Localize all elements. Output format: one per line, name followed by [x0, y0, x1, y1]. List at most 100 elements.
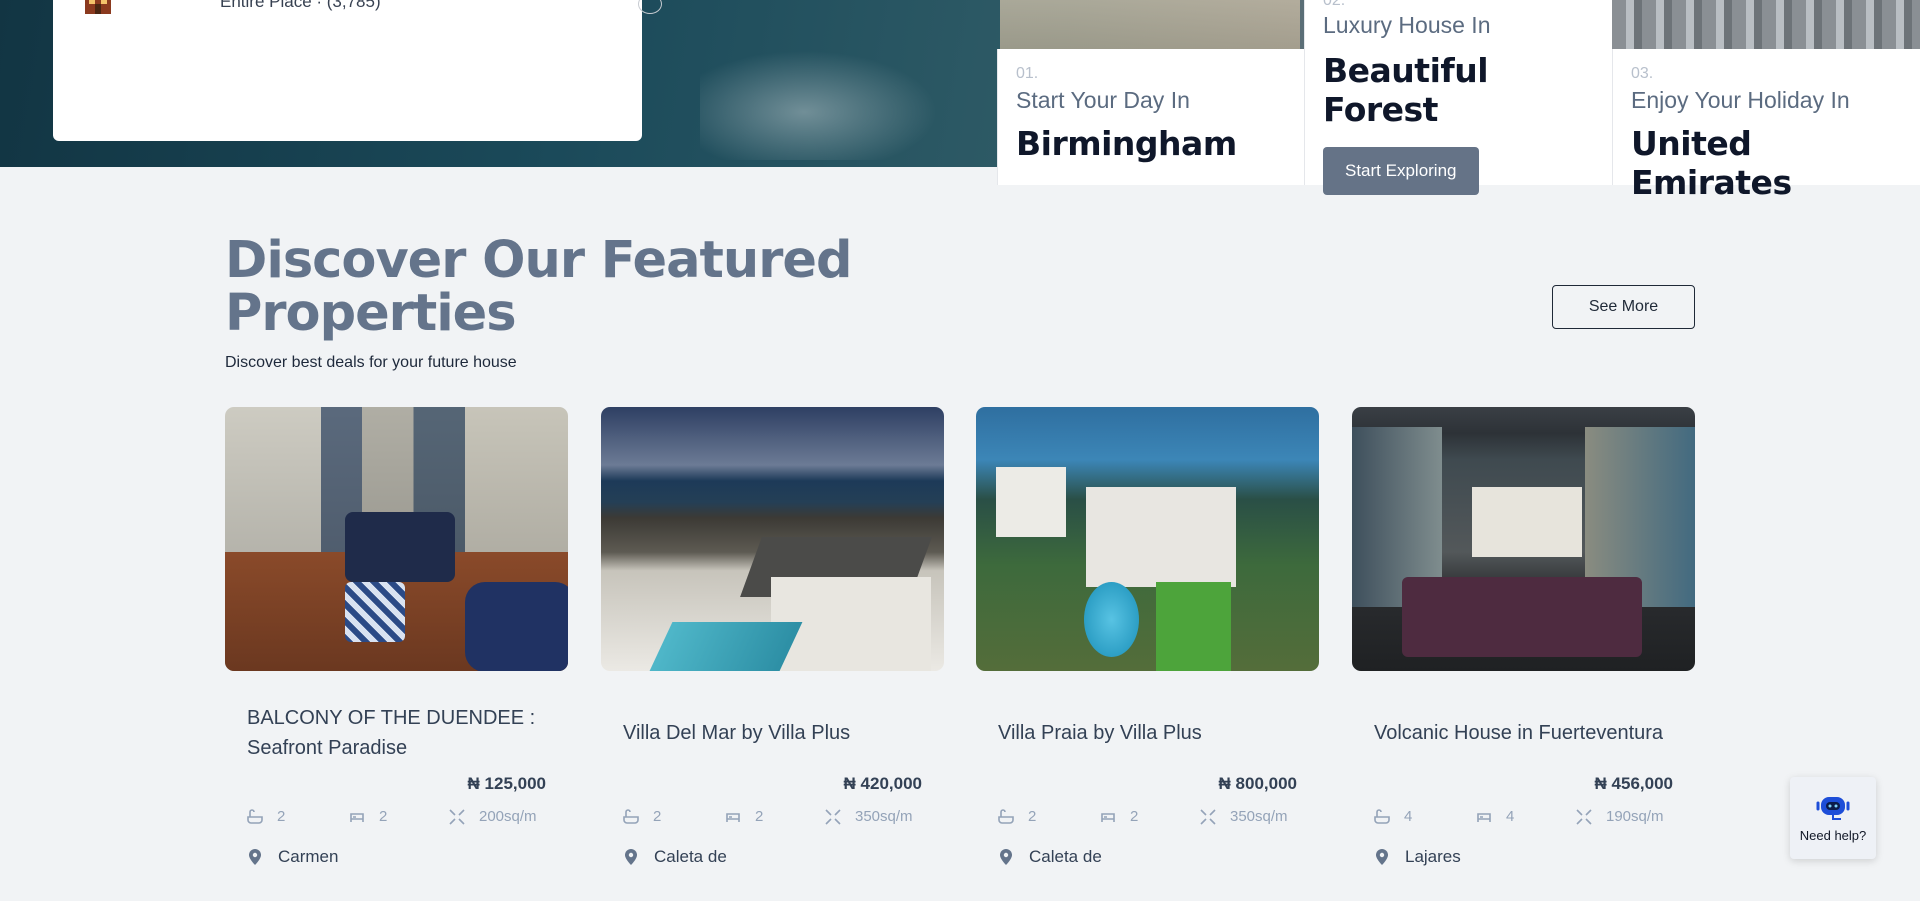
start-exploring-button[interactable]: Start Exploring: [1323, 147, 1479, 195]
property-stats: 2 2 200sq/m: [247, 808, 546, 825]
bed-count: 4: [1476, 808, 1576, 825]
property-card[interactable]: Villa Praia by Villa Plus ₦ 800,000 2 2 …: [976, 407, 1319, 867]
photo-wall: [1472, 487, 1582, 557]
destination-number: 02.: [1323, 0, 1346, 9]
property-card[interactable]: BALCONY OF THE DUENDEE : Seafront Paradi…: [225, 407, 568, 867]
destination-prefix: Start Your Day In: [1016, 87, 1190, 113]
destination-card-1[interactable]: 01. Start Your Day In Birmingham: [997, 49, 1304, 185]
bath-value: 2: [1028, 808, 1037, 825]
area-icon: [449, 808, 465, 825]
bath-count: 2: [998, 808, 1100, 825]
area-size: 350sq/m: [1200, 808, 1288, 825]
photo-pool: [1084, 582, 1139, 657]
destination-city: United Emirates: [1631, 124, 1792, 202]
property-title[interactable]: Villa Del Mar by Villa Plus: [623, 702, 922, 764]
bed-icon: [350, 812, 364, 822]
area-icon: [1200, 808, 1216, 825]
area-icon: [825, 808, 841, 825]
destination-card-3[interactable]: 03. Enjoy Your Holiday In United Emirate…: [1612, 49, 1920, 202]
location-value: Caleta de: [1029, 847, 1102, 866]
bath-value: 2: [653, 808, 662, 825]
place-type-label: Entire Place · (3,785): [220, 0, 381, 11]
property-title[interactable]: Villa Praia by Villa Plus: [998, 702, 1297, 764]
photo-sofa: [345, 512, 455, 582]
photo-sofa: [465, 582, 568, 671]
location-pin-icon: [625, 849, 637, 865]
hero-sand: [1000, 0, 1300, 50]
property-stats: 2 2 350sq/m: [998, 808, 1297, 825]
bathtub-icon: [1374, 808, 1390, 824]
destination-city: Beautiful Forest: [1323, 51, 1489, 129]
property-photo[interactable]: [976, 407, 1319, 671]
photo-pool: [649, 622, 803, 671]
see-more-button[interactable]: See More: [1552, 285, 1695, 329]
property-card[interactable]: Volcanic House in Fuerteventura ₦ 456,00…: [1352, 407, 1695, 867]
section-title: Discover Our Featured Properties: [225, 231, 852, 343]
property-location: Lajares: [1374, 847, 1673, 867]
bathtub-icon: [998, 808, 1014, 824]
location-pin-icon: [249, 849, 261, 865]
hero-foam: [700, 40, 960, 160]
property-price: ₦ 456,000: [1594, 774, 1673, 793]
bed-icon: [726, 812, 740, 822]
area-icon: [1576, 808, 1592, 825]
bed-count: 2: [725, 808, 825, 825]
section-subtitle: Discover best deals for your future hous…: [225, 354, 517, 371]
property-location: Caleta de: [998, 847, 1297, 867]
location-value: Carmen: [278, 847, 339, 866]
help-label: Need help?: [1799, 828, 1867, 843]
photo-house: [1086, 487, 1236, 587]
property-price: ₦ 125,000: [467, 774, 546, 793]
property-price: ₦ 800,000: [1218, 774, 1297, 793]
property-stats: 4 4 190sq/m: [1374, 808, 1673, 825]
property-title[interactable]: Volcanic House in Fuerteventura: [1374, 702, 1673, 764]
location-pin-icon: [1376, 849, 1388, 865]
area-value: 190sq/m: [1606, 808, 1664, 825]
location-pin-icon: [1000, 849, 1012, 865]
destination-prefix: Luxury House In: [1323, 12, 1491, 38]
property-card[interactable]: Villa Del Mar by Villa Plus ₦ 420,000 2 …: [601, 407, 944, 867]
property-photo[interactable]: [225, 407, 568, 671]
destination-prefix: Enjoy Your Holiday In: [1631, 87, 1850, 113]
property-price: ₦ 420,000: [843, 774, 922, 793]
bed-value: 2: [755, 808, 764, 825]
bath-count: 2: [247, 808, 349, 825]
bathtub-icon: [247, 808, 263, 824]
destination-card-2[interactable]: 02. Luxury House In Beautiful Forest Sta…: [1304, 0, 1612, 195]
hero-city: [1612, 0, 1920, 50]
property-location: Caleta de: [623, 847, 922, 867]
photo-lawn: [1156, 582, 1231, 671]
location-value: Caleta de: [654, 847, 727, 866]
photo-ottoman: [345, 582, 405, 642]
property-stats: 2 2 350sq/m: [623, 808, 922, 825]
area-size: 200sq/m: [449, 808, 537, 825]
bath-count: 4: [1374, 808, 1476, 825]
area-value: 350sq/m: [1230, 808, 1288, 825]
property-photo[interactable]: [601, 407, 944, 671]
photo-sofa: [1402, 577, 1642, 657]
bed-icon: [1477, 812, 1491, 822]
area-size: 190sq/m: [1576, 808, 1664, 825]
place-type-radio[interactable]: [638, 0, 662, 14]
property-title[interactable]: BALCONY OF THE DUENDEE : Seafront Paradi…: [247, 702, 546, 764]
location-value: Lajares: [1405, 847, 1461, 866]
bed-count: 2: [349, 808, 449, 825]
help-widget[interactable]: Need help?: [1790, 777, 1876, 859]
area-value: 350sq/m: [855, 808, 913, 825]
bed-icon: [1101, 812, 1115, 822]
bath-count: 2: [623, 808, 725, 825]
bed-count: 2: [1100, 808, 1200, 825]
robot-help-icon: [1816, 797, 1850, 820]
destination-city: Birmingham: [1016, 124, 1237, 163]
photo-house: [996, 467, 1066, 537]
destination-number: 03.: [1631, 65, 1654, 82]
property-photo[interactable]: [1352, 407, 1695, 671]
bed-value: 4: [1506, 808, 1515, 825]
bathtub-icon: [623, 808, 639, 824]
bath-value: 2: [277, 808, 286, 825]
house-icon: [85, 0, 111, 14]
bed-value: 2: [379, 808, 388, 825]
property-location: Carmen: [247, 847, 546, 867]
bed-value: 2: [1130, 808, 1139, 825]
bath-value: 4: [1404, 808, 1413, 825]
